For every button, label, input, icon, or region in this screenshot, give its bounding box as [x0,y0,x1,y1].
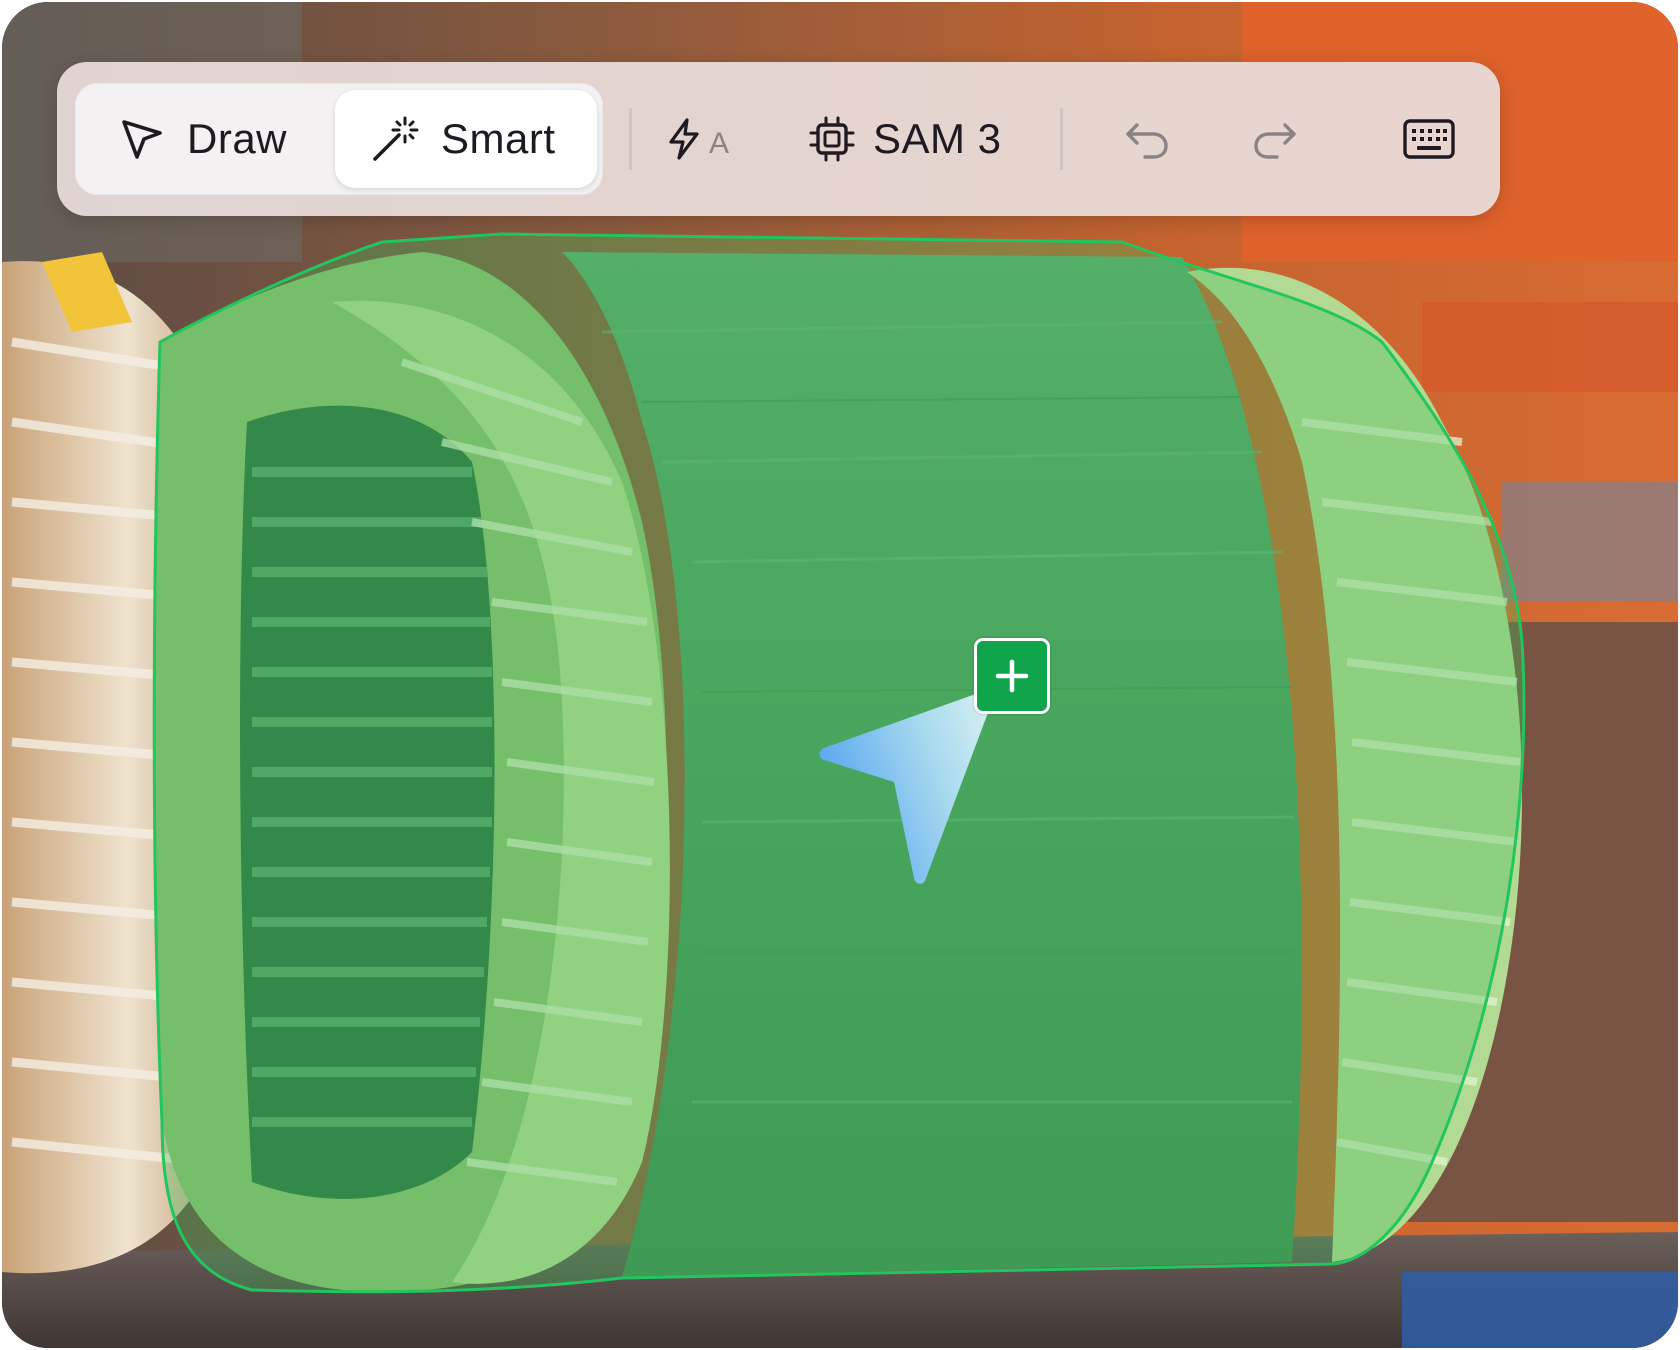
draw-mode-button[interactable]: Draw [99,83,345,195]
magic-wand-icon [369,114,419,164]
plus-icon [992,656,1032,696]
toolbar-divider [1060,108,1063,170]
redo-button[interactable] [1235,83,1315,195]
pointer-arrow-icon [119,116,165,162]
draw-mode-label: Draw [187,115,288,162]
smart-mode-label: Smart [441,115,556,162]
auto-annotate-button[interactable]: A [665,83,775,195]
undo-icon [1123,117,1171,161]
annotation-toolbar: Draw Smart A SAM 3 [57,62,1500,216]
keyboard-shortcuts-button[interactable] [1389,83,1469,195]
mode-switcher: Draw Smart [75,83,603,195]
model-selector-button[interactable]: SAM 3 [809,83,1019,195]
smart-mode-button[interactable]: Smart [335,90,597,188]
redo-icon [1251,117,1299,161]
model-label: SAM 3 [873,115,1002,162]
keyboard-icon [1402,118,1456,160]
undo-button[interactable] [1107,83,1187,195]
add-point-badge [974,638,1050,714]
toolbar-divider [629,108,632,170]
auto-label: A [709,127,730,160]
lightning-auto-icon: A [665,117,729,161]
annotation-canvas[interactable]: Draw Smart A SAM 3 [2,2,1678,1348]
chip-icon [809,116,855,162]
